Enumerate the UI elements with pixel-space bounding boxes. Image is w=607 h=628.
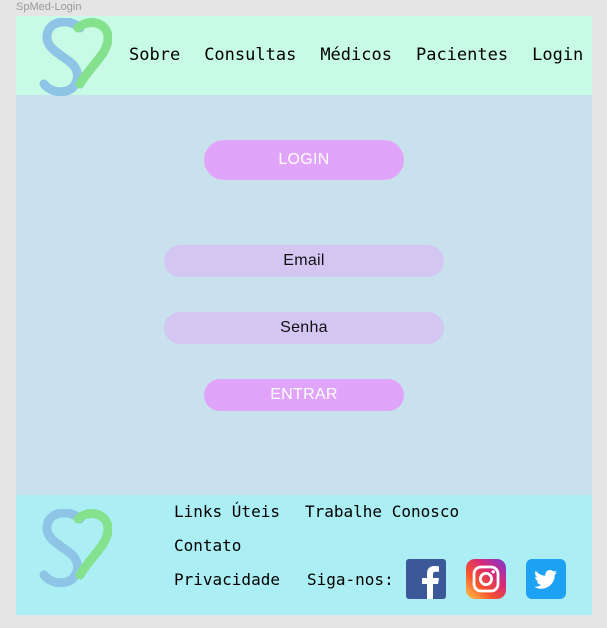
instagram-icon[interactable] [466, 559, 506, 599]
nav-pacientes[interactable]: Pacientes [416, 45, 508, 65]
logo-icon[interactable] [38, 18, 112, 96]
main-nav: Sobre Consultas Médicos Pacientes Login [129, 45, 583, 65]
footer-logo-icon[interactable] [38, 509, 112, 587]
password-field[interactable] [164, 312, 444, 344]
enter-button[interactable]: ENTRAR [204, 379, 404, 411]
nav-medicos[interactable]: Médicos [320, 45, 392, 65]
nav-login[interactable]: Login [532, 45, 583, 65]
login-title: LOGIN [204, 140, 404, 180]
footer-link-privacy[interactable]: Privacidade [174, 570, 280, 590]
footer-link-contact[interactable]: Contato [174, 536, 241, 556]
nav-consultas[interactable]: Consultas [204, 45, 296, 65]
header: Sobre Consultas Médicos Pacientes Login [16, 16, 592, 96]
login-page: Sobre Consultas Médicos Pacientes Login … [16, 16, 592, 615]
frame-label: SpMed-Login [16, 1, 82, 13]
follow-label: Siga-nos: [307, 570, 394, 589]
footer-link-useful[interactable]: Links Úteis [174, 502, 280, 522]
footer-link-work[interactable]: Trabalhe Conosco [305, 502, 459, 522]
footer: Links Úteis Trabalhe Conosco Contato Pri… [16, 495, 592, 615]
email-field[interactable] [164, 245, 444, 277]
twitter-icon[interactable] [526, 559, 566, 599]
nav-sobre[interactable]: Sobre [129, 45, 180, 65]
facebook-icon[interactable] [406, 559, 446, 599]
